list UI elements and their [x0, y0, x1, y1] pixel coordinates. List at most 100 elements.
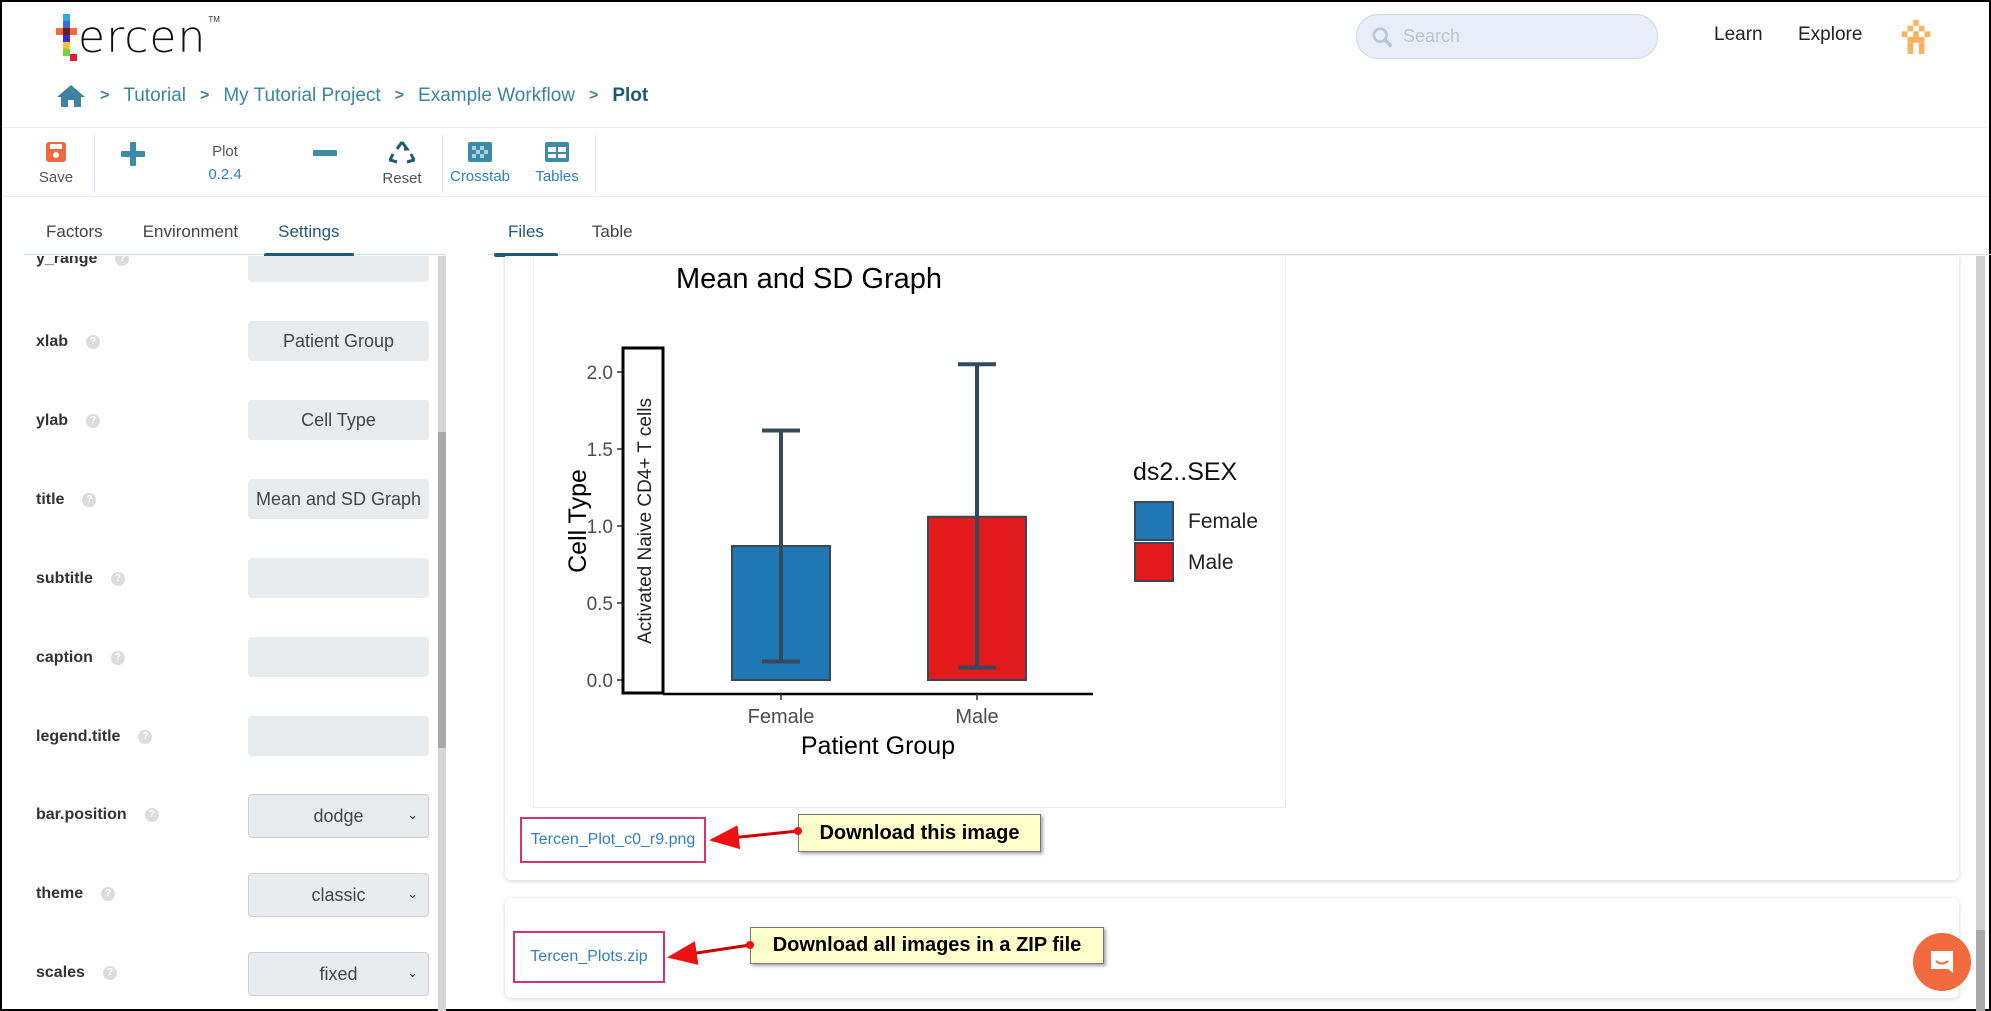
logo-mark-icon	[56, 14, 77, 61]
scrollbar-thumb[interactable]	[1976, 930, 1985, 1011]
chevron-down-icon: ⌄	[407, 886, 418, 901]
breadcrumb-separator: >	[589, 87, 599, 104]
chevron-down-icon: ⌄	[407, 965, 418, 980]
tab-factors[interactable]: Factors	[46, 212, 103, 255]
y-axis: 0.00.51.01.52.0	[587, 363, 623, 692]
help-icon[interactable]: ?	[110, 650, 125, 665]
setting-row-theme: theme? classic ⌄	[2, 873, 432, 917]
search-input[interactable]	[1403, 26, 1643, 47]
content-scrollbar[interactable]	[1976, 256, 1985, 1011]
setting-label: ylab	[36, 412, 69, 429]
help-icon[interactable]: ?	[101, 886, 116, 901]
home-icon[interactable]	[56, 84, 86, 108]
breadcrumb: > Tutorial > My Tutorial Project > Examp…	[56, 84, 648, 108]
scales-select[interactable]: fixed ⌄	[248, 952, 429, 996]
toolbar-divider	[442, 135, 443, 193]
theme-select[interactable]: classic ⌄	[248, 873, 429, 917]
breadcrumb-separator: >	[200, 87, 210, 104]
tab-files[interactable]: Files	[494, 212, 558, 257]
help-icon[interactable]: ?	[86, 413, 101, 428]
help-icon[interactable]: ?	[138, 729, 153, 744]
setting-row-ylab: ylab?	[2, 400, 432, 442]
help-icon[interactable]: ?	[82, 492, 97, 507]
y-axis-label: Cell Type	[564, 469, 592, 573]
tables-button[interactable]: Tables	[535, 129, 579, 197]
save-label: Save	[38, 168, 74, 186]
reset-button[interactable]: Reset	[382, 129, 422, 197]
setting-label: y_range	[36, 256, 98, 267]
recycle-icon	[389, 140, 415, 163]
tables-icon	[545, 141, 569, 162]
user-avatar-icon[interactable]	[1898, 20, 1934, 54]
scrollbar-thumb[interactable]	[438, 432, 446, 748]
legend-title-input[interactable]	[248, 716, 429, 756]
legend: ds2..SEX Female Male	[1133, 458, 1258, 582]
logo-text: ercen	[78, 12, 207, 63]
help-icon[interactable]: ?	[115, 256, 130, 266]
tab-settings[interactable]: Settings	[264, 212, 355, 257]
right-tab-bar: Files Table	[488, 212, 1991, 257]
x-tick-label: Female	[748, 706, 815, 728]
setting-row-xlab: xlab?	[2, 321, 432, 363]
y-tick-label: 2.0	[587, 363, 613, 384]
x-axis: Female Male	[748, 694, 999, 728]
nav-explore-link[interactable]: Explore	[1798, 24, 1862, 46]
nav-learn-link[interactable]: Learn	[1714, 24, 1763, 46]
y-range-input[interactable]	[248, 256, 429, 282]
setting-row-title: title?	[2, 479, 432, 521]
chat-button[interactable]	[1913, 933, 1971, 991]
title-input[interactable]	[248, 479, 429, 519]
toolbar-divider	[595, 135, 596, 193]
help-icon[interactable]: ?	[144, 807, 159, 822]
xlab-input[interactable]	[248, 321, 429, 361]
download-image-link[interactable]: Tercen_Plot_c0_r9.png	[520, 817, 706, 863]
ylab-input[interactable]	[248, 400, 429, 440]
breadcrumb-project[interactable]: My Tutorial Project	[223, 85, 380, 107]
tercen-logo[interactable]: ercen TM	[56, 12, 220, 63]
x-axis-label: Patient Group	[801, 732, 955, 760]
tab-table[interactable]: Table	[592, 212, 633, 255]
download-zip-link[interactable]: Tercen_Plots.zip	[513, 931, 665, 983]
selected-value: classic	[311, 884, 366, 905]
settings-scrollbar[interactable]	[438, 256, 446, 1011]
reset-label: Reset	[382, 169, 422, 187]
plot-image: Mean and SD Graph 0.00.51.01.52.0 Activa…	[564, 263, 1258, 760]
add-button[interactable]	[120, 129, 146, 197]
subtitle-input[interactable]	[248, 558, 429, 598]
bar-group	[731, 362, 1027, 682]
setting-row-scales: scales? fixed ⌄	[2, 952, 432, 996]
setting-label: title	[36, 491, 65, 508]
help-icon[interactable]: ?	[86, 334, 101, 349]
legend-label: Male	[1188, 551, 1234, 574]
setting-label: subtitle	[36, 570, 93, 587]
remove-button[interactable]	[312, 129, 338, 197]
logo-trademark: TM	[208, 15, 220, 24]
breadcrumb-current: Plot	[612, 85, 649, 106]
selected-value: dodge	[313, 805, 364, 826]
setting-label: bar.position	[36, 806, 127, 823]
bar-position-select[interactable]: dodge ⌄	[248, 794, 429, 838]
tables-label: Tables	[535, 167, 579, 185]
save-button[interactable]: Save	[36, 129, 76, 197]
crosstab-button[interactable]: Crosstab	[449, 129, 511, 197]
setting-row-y-range: y_range?	[2, 256, 432, 284]
breadcrumb-tutorial[interactable]: Tutorial	[123, 85, 186, 107]
download-zip-callout: Download all images in a ZIP file	[750, 927, 1104, 964]
operator-name: Plot	[212, 143, 238, 160]
facet-label: Activated Naive CD4+ T cells	[635, 398, 656, 644]
crosstab-label: Crosstab	[449, 167, 511, 185]
caption-input[interactable]	[248, 637, 429, 677]
operator-info: Plot 0.2.4	[197, 129, 253, 197]
operator-version[interactable]: 0.2.4	[208, 166, 241, 183]
search-box[interactable]	[1356, 14, 1658, 59]
setting-row-subtitle: subtitle?	[2, 558, 432, 600]
toolbar: Save Plot 0.2.4 Reset Crosstab Tables	[2, 129, 1989, 197]
breadcrumb-workflow[interactable]: Example Workflow	[418, 85, 575, 107]
plus-icon	[121, 142, 145, 166]
help-icon[interactable]: ?	[102, 965, 117, 980]
legend-swatch-female	[1134, 501, 1174, 541]
left-tab-bar: Factors Environment Settings	[24, 212, 446, 257]
tab-environment[interactable]: Environment	[143, 212, 238, 255]
chart-title: Mean and SD Graph	[676, 263, 942, 295]
help-icon[interactable]: ?	[110, 571, 125, 586]
